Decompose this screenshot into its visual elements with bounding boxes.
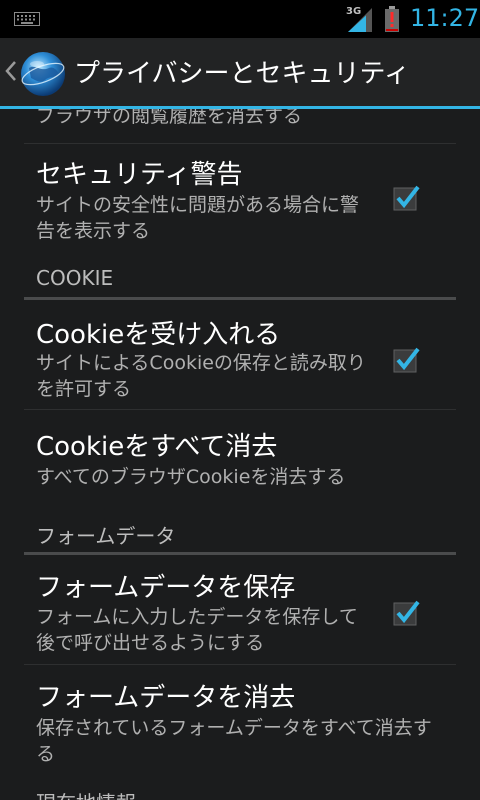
clear-history-summary: ブラウザの閲覧履歴を消去する <box>36 109 303 127</box>
pref-title: Cookieをすべて消去 <box>36 432 278 462</box>
pref-security-warning[interactable]: セキュリティ警告 サイトの安全性に問題がある場合に警告を表示する <box>0 144 480 244</box>
accept-cookies-checkbox[interactable] <box>392 346 420 374</box>
pref-clear-cookies[interactable]: Cookieをすべて消去 すべてのブラウザCookieを消去する <box>0 410 480 496</box>
browser-globe-icon[interactable] <box>19 50 67 98</box>
pref-summary: 保存されているフォームデータをすべて消去する <box>36 717 432 765</box>
pref-summary: サイトによるCookieの保存と読み取りを許可する <box>36 352 366 400</box>
page-title: プライバシーとセキュリティ <box>74 59 410 89</box>
pref-title: セキュリティ警告 <box>36 160 243 190</box>
security-warning-checkbox[interactable] <box>392 184 420 212</box>
pref-title: Cookieを受け入れる <box>36 320 281 350</box>
battery-alert-icon <box>385 6 399 32</box>
status-bar: 3G 11:27 <box>0 0 480 38</box>
signal-icon <box>348 8 372 32</box>
pref-accept-cookies[interactable]: Cookieを受け入れる サイトによるCookieの保存と読み取りを許可する <box>0 300 480 408</box>
pref-title: フォームデータを保存 <box>36 573 296 603</box>
category-cookie: COOKIE <box>36 266 114 290</box>
up-navigation-icon[interactable] <box>4 60 18 82</box>
save-form-data-checkbox[interactable] <box>392 599 420 627</box>
pref-clear-form-data[interactable]: フォームデータを消去 保存されているフォームデータをすべて消去する <box>0 665 480 773</box>
category-location: 現在地情報 <box>36 787 136 800</box>
pref-title: フォームデータを消去 <box>36 683 296 713</box>
keyboard-icon <box>14 12 40 26</box>
preferences-list[interactable]: ブラウザの閲覧履歴を消去する セキュリティ警告 サイトの安全性に問題がある場合に… <box>0 109 480 800</box>
clock: 11:27 <box>410 4 480 32</box>
pref-summary: サイトの安全性に問題がある場合に警告を表示する <box>36 194 360 242</box>
pref-summary: フォームに入力したデータを保存して後で呼び出せるようにする <box>36 606 358 654</box>
category-form-data: フォームデータ <box>36 524 176 548</box>
pref-save-form-data[interactable]: フォームデータを保存 フォームに入力したデータを保存して後で呼び出せるようにする <box>0 555 480 663</box>
pref-summary: すべてのブラウザCookieを消去する <box>36 466 346 488</box>
